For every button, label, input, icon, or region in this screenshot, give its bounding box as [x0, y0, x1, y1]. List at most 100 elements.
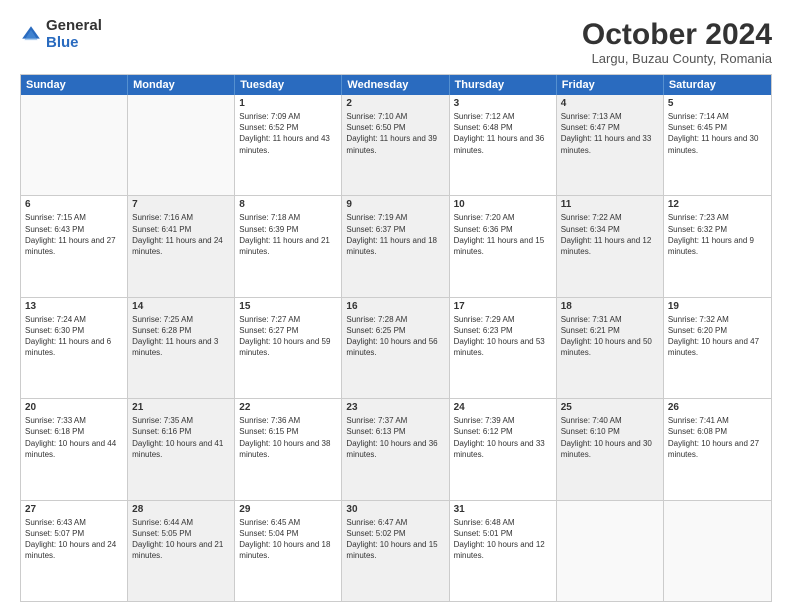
cell-detail: Sunrise: 7:20 AM Sunset: 6:36 PM Dayligh…	[454, 212, 552, 257]
day-number: 4	[561, 98, 659, 109]
day-number: 21	[132, 402, 230, 413]
cal-cell	[557, 501, 664, 601]
cell-detail: Sunrise: 7:27 AM Sunset: 6:27 PM Dayligh…	[239, 314, 337, 359]
cell-detail: Sunrise: 6:45 AM Sunset: 5:04 PM Dayligh…	[239, 517, 337, 562]
day-number: 29	[239, 504, 337, 515]
cell-detail: Sunrise: 6:48 AM Sunset: 5:01 PM Dayligh…	[454, 517, 552, 562]
calendar: SundayMondayTuesdayWednesdayThursdayFrid…	[20, 74, 772, 602]
cal-cell	[21, 95, 128, 195]
cal-cell: 14 Sunrise: 7:25 AM Sunset: 6:28 PM Dayli…	[128, 298, 235, 398]
cell-detail: Sunrise: 6:44 AM Sunset: 5:05 PM Dayligh…	[132, 517, 230, 562]
cell-detail: Sunrise: 7:32 AM Sunset: 6:20 PM Dayligh…	[668, 314, 767, 359]
day-number: 10	[454, 199, 552, 210]
cal-header-thursday: Thursday	[450, 75, 557, 95]
day-number: 20	[25, 402, 123, 413]
cal-cell: 25 Sunrise: 7:40 AM Sunset: 6:10 PM Dayli…	[557, 399, 664, 499]
cal-cell: 15Sunrise: 7:27 AM Sunset: 6:27 PM Dayli…	[235, 298, 342, 398]
cal-header-wednesday: Wednesday	[342, 75, 449, 95]
cell-detail: Sunrise: 6:43 AM Sunset: 5:07 PM Dayligh…	[25, 517, 123, 562]
cell-detail: Sunrise: 7:23 AM Sunset: 6:32 PM Dayligh…	[668, 212, 767, 257]
day-number: 3	[454, 98, 552, 109]
cell-detail: Sunrise: 7:12 AM Sunset: 6:48 PM Dayligh…	[454, 111, 552, 156]
day-number: 16	[346, 301, 444, 312]
day-number: 31	[454, 504, 552, 515]
day-number: 24	[454, 402, 552, 413]
day-number: 28	[132, 504, 230, 515]
cal-row-4: 27 Sunrise: 6:43 AM Sunset: 5:07 PM Dayli…	[21, 500, 771, 601]
cal-cell: 4 Sunrise: 7:13 AM Sunset: 6:47 PM Daylig…	[557, 95, 664, 195]
day-number: 23	[346, 402, 444, 413]
day-number: 22	[239, 402, 337, 413]
cal-cell: 9 Sunrise: 7:19 AM Sunset: 6:37 PM Daylig…	[342, 196, 449, 296]
day-number: 6	[25, 199, 123, 210]
cell-detail: Sunrise: 7:28 AM Sunset: 6:25 PM Dayligh…	[346, 314, 444, 359]
cell-detail: Sunrise: 7:13 AM Sunset: 6:47 PM Dayligh…	[561, 111, 659, 156]
cal-cell: 24Sunrise: 7:39 AM Sunset: 6:12 PM Dayli…	[450, 399, 557, 499]
cell-detail: Sunrise: 7:35 AM Sunset: 6:16 PM Dayligh…	[132, 415, 230, 460]
cal-cell: 28 Sunrise: 6:44 AM Sunset: 5:05 PM Dayli…	[128, 501, 235, 601]
cal-cell: 20Sunrise: 7:33 AM Sunset: 6:18 PM Dayli…	[21, 399, 128, 499]
day-number: 5	[668, 98, 767, 109]
cal-cell: 5Sunrise: 7:14 AM Sunset: 6:45 PM Daylig…	[664, 95, 771, 195]
cal-header-sunday: Sunday	[21, 75, 128, 95]
cal-cell: 19 Sunrise: 7:32 AM Sunset: 6:20 PM Dayli…	[664, 298, 771, 398]
cell-detail: Sunrise: 7:36 AM Sunset: 6:15 PM Dayligh…	[239, 415, 337, 460]
cal-cell: 29 Sunrise: 6:45 AM Sunset: 5:04 PM Dayli…	[235, 501, 342, 601]
day-number: 30	[346, 504, 444, 515]
day-number: 27	[25, 504, 123, 515]
day-number: 2	[346, 98, 444, 109]
cell-detail: Sunrise: 7:19 AM Sunset: 6:37 PM Dayligh…	[346, 212, 444, 257]
cal-cell: 31 Sunrise: 6:48 AM Sunset: 5:01 PM Dayli…	[450, 501, 557, 601]
cell-detail: Sunrise: 6:47 AM Sunset: 5:02 PM Dayligh…	[346, 517, 444, 562]
cal-cell: 8 Sunrise: 7:18 AM Sunset: 6:39 PM Daylig…	[235, 196, 342, 296]
cal-row-0: 1 Sunrise: 7:09 AM Sunset: 6:52 PM Daylig…	[21, 95, 771, 195]
cal-cell: 10 Sunrise: 7:20 AM Sunset: 6:36 PM Dayli…	[450, 196, 557, 296]
cal-cell: 3 Sunrise: 7:12 AM Sunset: 6:48 PM Daylig…	[450, 95, 557, 195]
cal-cell: 16 Sunrise: 7:28 AM Sunset: 6:25 PM Dayli…	[342, 298, 449, 398]
cell-detail: Sunrise: 7:41 AM Sunset: 6:08 PM Dayligh…	[668, 415, 767, 460]
cell-detail: Sunrise: 7:09 AM Sunset: 6:52 PM Dayligh…	[239, 111, 337, 156]
cell-detail: Sunrise: 7:18 AM Sunset: 6:39 PM Dayligh…	[239, 212, 337, 257]
cell-detail: Sunrise: 7:15 AM Sunset: 6:43 PM Dayligh…	[25, 212, 123, 257]
day-number: 14	[132, 301, 230, 312]
day-number: 17	[454, 301, 552, 312]
cal-cell	[128, 95, 235, 195]
cal-cell: 12 Sunrise: 7:23 AM Sunset: 6:32 PM Dayli…	[664, 196, 771, 296]
day-number: 7	[132, 199, 230, 210]
cal-row-3: 20Sunrise: 7:33 AM Sunset: 6:18 PM Dayli…	[21, 398, 771, 499]
day-number: 18	[561, 301, 659, 312]
day-number: 12	[668, 199, 767, 210]
day-number: 1	[239, 98, 337, 109]
day-number: 9	[346, 199, 444, 210]
cal-row-2: 13 Sunrise: 7:24 AM Sunset: 6:30 PM Dayli…	[21, 297, 771, 398]
cell-detail: Sunrise: 7:10 AM Sunset: 6:50 PM Dayligh…	[346, 111, 444, 156]
cal-cell: 13 Sunrise: 7:24 AM Sunset: 6:30 PM Dayli…	[21, 298, 128, 398]
day-number: 25	[561, 402, 659, 413]
day-number: 8	[239, 199, 337, 210]
cal-header-friday: Friday	[557, 75, 664, 95]
cal-cell: 11Sunrise: 7:22 AM Sunset: 6:34 PM Dayli…	[557, 196, 664, 296]
logo-text: General Blue	[46, 18, 102, 51]
day-number: 26	[668, 402, 767, 413]
cal-row-1: 6 Sunrise: 7:15 AM Sunset: 6:43 PM Daylig…	[21, 195, 771, 296]
title-block: October 2024 Largu, Buzau County, Romani…	[582, 18, 772, 66]
cal-cell: 27 Sunrise: 6:43 AM Sunset: 5:07 PM Dayli…	[21, 501, 128, 601]
cell-detail: Sunrise: 7:25 AM Sunset: 6:28 PM Dayligh…	[132, 314, 230, 359]
cal-cell: 6 Sunrise: 7:15 AM Sunset: 6:43 PM Daylig…	[21, 196, 128, 296]
day-number: 13	[25, 301, 123, 312]
day-number: 19	[668, 301, 767, 312]
cell-detail: Sunrise: 7:31 AM Sunset: 6:21 PM Dayligh…	[561, 314, 659, 359]
logo-general: General	[46, 18, 102, 35]
cell-detail: Sunrise: 7:40 AM Sunset: 6:10 PM Dayligh…	[561, 415, 659, 460]
cal-cell: 17Sunrise: 7:29 AM Sunset: 6:23 PM Dayli…	[450, 298, 557, 398]
logo: General Blue	[20, 18, 102, 51]
cal-cell	[664, 501, 771, 601]
location-subtitle: Largu, Buzau County, Romania	[582, 51, 772, 66]
cell-detail: Sunrise: 7:24 AM Sunset: 6:30 PM Dayligh…	[25, 314, 123, 359]
cal-cell: 23Sunrise: 7:37 AM Sunset: 6:13 PM Dayli…	[342, 399, 449, 499]
page: General Blue October 2024 Largu, Buzau C…	[0, 0, 792, 612]
cal-cell: 21 Sunrise: 7:35 AM Sunset: 6:16 PM Dayli…	[128, 399, 235, 499]
header: General Blue October 2024 Largu, Buzau C…	[20, 18, 772, 66]
cal-cell: 22 Sunrise: 7:36 AM Sunset: 6:15 PM Dayli…	[235, 399, 342, 499]
cal-cell: 1 Sunrise: 7:09 AM Sunset: 6:52 PM Daylig…	[235, 95, 342, 195]
